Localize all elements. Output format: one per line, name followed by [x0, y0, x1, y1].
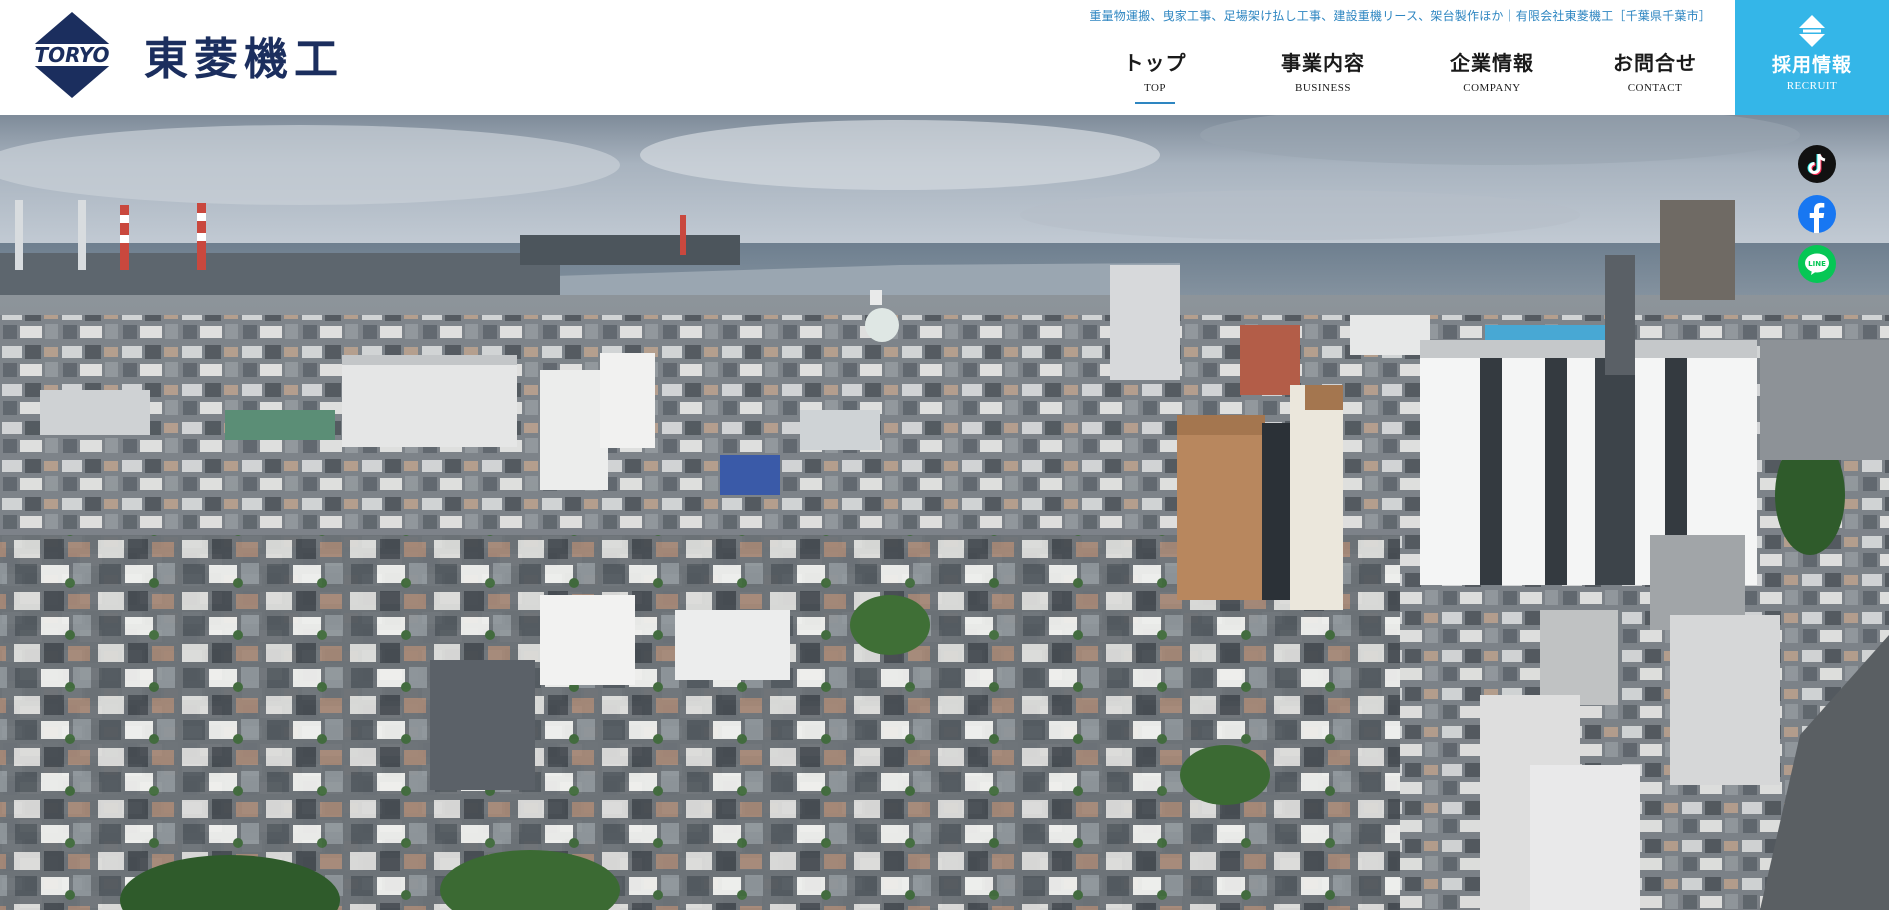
global-nav: トップ TOP 事業内容 BUSINESS 企業情報 COMPANY お問合せ … [1085, 47, 1725, 107]
tiktok-icon [1807, 153, 1826, 175]
nav-item-label: 事業内容 [1281, 51, 1365, 75]
facebook-icon [1809, 202, 1825, 233]
facebook-link[interactable] [1798, 195, 1836, 233]
nav-item-sublabel: COMPANY [1463, 82, 1521, 94]
nav-item-label: お問合せ [1613, 51, 1697, 75]
toryo-emblem-icon: TORYO [20, 12, 124, 98]
nav-item-top[interactable]: トップ TOP [1085, 47, 1225, 104]
nav-item-sublabel: CONTACT [1627, 82, 1683, 94]
nav-item-business[interactable]: 事業内容 BUSINESS [1253, 47, 1393, 94]
svg-text:TORYO: TORYO [35, 43, 110, 67]
nav-item-label: 企業情報 [1450, 51, 1534, 75]
hero-image [0, 115, 1889, 910]
line-link[interactable]: LINE [1798, 245, 1836, 283]
recruit-label: 採用情報 [1771, 54, 1852, 76]
nav-item-sublabel: BUSINESS [1295, 82, 1351, 94]
header-tagline: 重量物運搬、曳家工事、足場架け払し工事、建設重機リース、架台製作ほか｜有限会社東… [1089, 9, 1711, 23]
hero-city-aerial-image [0, 115, 1889, 910]
nav-item-company[interactable]: 企業情報 COMPANY [1422, 47, 1562, 94]
line-icon: LINE [1805, 253, 1829, 275]
recruit-button[interactable]: 採用情報 RECRUIT [1735, 0, 1889, 115]
nav-item-contact[interactable]: お問合せ CONTACT [1585, 47, 1725, 94]
nav-item-sublabel: TOP [1143, 82, 1167, 94]
tiktok-link[interactable] [1798, 145, 1836, 183]
svg-text:LINE: LINE [1808, 260, 1826, 268]
recruit-sublabel: RECRUIT [1786, 80, 1838, 92]
active-indicator [1135, 102, 1175, 104]
diamond-logo-icon [1795, 15, 1829, 47]
site-logo[interactable]: TORYO 東菱機工 [20, 10, 344, 100]
site-header: TORYO 東菱機工 重量物運搬、曳家工事、足場架け払し工事、建設重機リース、架… [0, 0, 1889, 115]
company-name: 東菱機工 [144, 34, 344, 85]
nav-item-label: トップ [1123, 51, 1187, 75]
